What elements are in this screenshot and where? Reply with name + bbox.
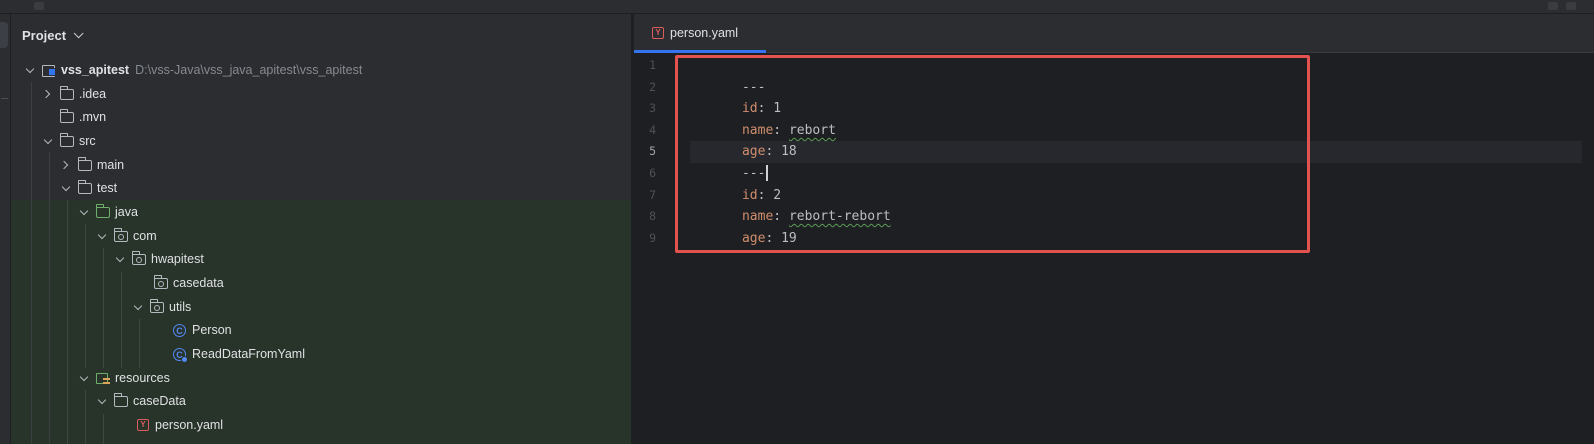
tree-item-label: ReadDataFromYaml	[192, 347, 306, 361]
tree-guide	[103, 248, 104, 368]
tree-item-casedata-resources[interactable]: caseData	[95, 390, 186, 412]
tree-item-hwapitest[interactable]: hwapitest	[113, 248, 204, 270]
chevron-right-icon[interactable]	[59, 158, 73, 172]
module-icon	[42, 64, 56, 77]
tree-item-java[interactable]: java	[77, 201, 138, 223]
runnable-class-icon: C	[173, 347, 188, 363]
folder-icon	[78, 156, 92, 171]
tab-person-yaml[interactable]: Y person.yaml	[634, 14, 766, 53]
tree-item-label: Person	[192, 323, 232, 337]
chevron-down-icon[interactable]	[41, 134, 55, 148]
tree-guide	[67, 200, 68, 444]
folder-icon	[60, 85, 74, 100]
tree-item-label: com	[133, 229, 157, 243]
project-panel-title: Project	[22, 27, 67, 43]
package-icon	[154, 274, 168, 289]
title-bar	[0, 0, 1594, 14]
tree-guide	[49, 152, 50, 444]
tree-item-label: resources	[115, 371, 170, 385]
chevron-down-icon[interactable]	[131, 300, 145, 314]
tool-strip-divider	[1, 98, 8, 99]
tree-item-mvn[interactable]: .mvn	[41, 106, 106, 128]
tree-item-label: test	[97, 181, 118, 195]
tree-item-label: utils	[169, 300, 192, 314]
tree-guide	[103, 414, 104, 444]
folder-icon	[78, 179, 92, 194]
tool-window-strip	[0, 14, 11, 444]
window-control-icon[interactable]	[1566, 2, 1576, 10]
folder-icon	[60, 132, 74, 147]
tree-item-resources[interactable]: resources	[77, 367, 170, 389]
tree-item-readdatafromyaml[interactable]: C ReadDataFromYaml	[169, 343, 305, 365]
line-number: 2	[649, 79, 656, 94]
line-number: 8	[649, 209, 656, 224]
chevron-down-icon[interactable]	[95, 229, 109, 243]
line-number: 5	[649, 144, 656, 159]
tree-guide	[31, 82, 32, 444]
tree-item-label: .idea	[79, 87, 107, 101]
yaml-file-icon: Y	[652, 27, 664, 39]
line-number: 9	[649, 230, 656, 245]
tree-item-idea[interactable]: .idea	[41, 83, 106, 105]
tree-item-utils[interactable]: utils	[131, 296, 191, 318]
menu-icon[interactable]	[34, 2, 44, 10]
test-resources-folder-icon	[96, 372, 110, 384]
project-panel: Project vss_apitest D:\vss-Java\vss_java…	[11, 14, 631, 444]
chevron-down-icon[interactable]	[113, 252, 127, 266]
tree-item-person-yaml[interactable]: Y person.yaml	[133, 414, 223, 436]
folder-icon	[60, 108, 74, 123]
tree-item-test[interactable]: test	[59, 177, 117, 199]
tree-item-src[interactable]: src	[41, 130, 96, 152]
window-control-icon[interactable]	[1548, 2, 1558, 10]
tree-item-label: java	[115, 205, 138, 219]
tree-item-label: .mvn	[79, 110, 107, 124]
java-class-icon: C	[173, 323, 186, 337]
test-source-folder-icon	[96, 203, 110, 218]
tree-item-vss-apitest[interactable]: vss_apitest D:\vss-Java\vss_java_apitest…	[23, 59, 362, 81]
tree-item-path: D:\vss-Java\vss_java_apitest\vss_apitest	[135, 63, 363, 77]
package-icon	[150, 298, 164, 313]
tree-guide	[121, 272, 122, 368]
tree-guide	[85, 390, 86, 444]
folder-icon	[114, 392, 128, 407]
tree-item-label: main	[97, 158, 125, 172]
tree-item-label: vss_apitest	[61, 63, 130, 77]
editor-tab-bar: Y person.yaml	[634, 14, 1594, 53]
tree-item-label: casedata	[173, 276, 224, 290]
project-tool-icon[interactable]	[0, 22, 8, 48]
project-panel-header[interactable]: Project	[22, 24, 84, 46]
chevron-down-icon[interactable]	[77, 371, 91, 385]
package-icon	[132, 250, 146, 265]
chevron-down-icon[interactable]	[73, 27, 84, 38]
yaml-file-icon: Y	[137, 419, 149, 431]
chevron-down-icon[interactable]	[59, 181, 73, 195]
tree-item-person[interactable]: C Person	[169, 319, 232, 341]
tree-item-main[interactable]: main	[59, 154, 124, 176]
line-number: 4	[649, 122, 656, 137]
chevron-down-icon[interactable]	[95, 394, 109, 408]
tree-item-label: src	[79, 134, 96, 148]
editor-scrollbar[interactable]	[1582, 53, 1594, 444]
chevron-down-icon[interactable]	[23, 63, 37, 77]
tree-item-label: hwapitest	[151, 252, 204, 266]
package-icon	[114, 227, 128, 242]
line-number: 7	[649, 187, 656, 202]
tab-label: person.yaml	[670, 26, 739, 40]
editor-panel: Y person.yaml 1 2 3 4 5 6 7 8 9 --- id: …	[634, 14, 1594, 444]
tree-item-com[interactable]: com	[95, 225, 157, 247]
chevron-right-icon[interactable]	[41, 87, 55, 101]
tree-item-casedata[interactable]: casedata	[149, 272, 224, 294]
tree-item-label: caseData	[133, 394, 186, 408]
tree-guide	[139, 319, 140, 368]
line-number: 3	[649, 101, 656, 116]
line-number: 6	[649, 166, 656, 180]
annotation-highlight-box	[675, 55, 1310, 253]
ide-window: Project vss_apitest D:\vss-Java\vss_java…	[0, 0, 1594, 444]
line-number: 1	[649, 58, 656, 72]
tree-item-label: person.yaml	[155, 418, 224, 432]
chevron-down-icon[interactable]	[77, 205, 91, 219]
tree-guide	[85, 224, 86, 368]
